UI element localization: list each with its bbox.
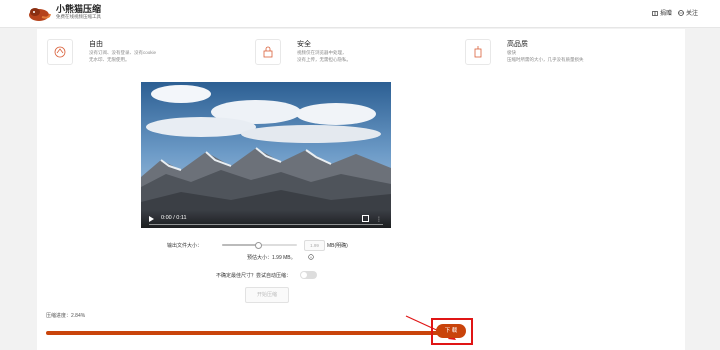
feature-desc: 没有订阅、没有登录、没有cookie: [89, 50, 157, 55]
top-nav: 捐赠 关注: [652, 8, 698, 17]
feature-desc: 无水印、无限使用。: [89, 57, 130, 62]
feature-security: 安全 视频仅在浏览器中处理， 没有上传，无需担心隐私。: [255, 39, 351, 65]
feature-title: 安全: [297, 41, 311, 48]
feature-freedom: 自由 没有订阅、没有登录、没有cookie 无水印、无限使用。: [47, 39, 156, 65]
estimated-size: 预估大小：1.99 MB。: [247, 255, 296, 261]
freedom-icon: [47, 39, 73, 65]
compress-progress-text: 压缩进度：2.84%: [46, 313, 86, 319]
nav-donate-label: 捐赠: [659, 11, 672, 17]
more-options-icon[interactable]: ⋮: [376, 217, 382, 223]
nav-follow-label: 关注: [685, 11, 698, 17]
size-input[interactable]: 1.99: [304, 240, 325, 251]
lock-icon: [255, 39, 281, 65]
toggle-knob: [301, 272, 307, 278]
size-slider-fill: [222, 244, 258, 246]
video-frame-mountains: [141, 82, 391, 228]
app-subtitle: 免费在线视频压缩工具: [56, 14, 101, 19]
start-compress-button[interactable]: 开始压缩: [245, 287, 289, 303]
main-card: 自由 没有订阅、没有登录、没有cookie 无水印、无限使用。 安全 视频仅在浏…: [37, 29, 685, 350]
play-icon[interactable]: [149, 216, 154, 222]
building-icon: [465, 39, 491, 65]
feature-quality: 高品质 极快 压缩时所需的大小，几乎没有质量损失: [465, 39, 584, 65]
feature-title: 高品质: [507, 41, 528, 48]
video-progress-bar[interactable]: [149, 224, 383, 225]
size-slider-thumb[interactable]: [255, 242, 262, 249]
download-button[interactable]: 下 载: [436, 324, 466, 338]
feature-desc: 视频仅在浏览器中处理，: [297, 50, 347, 55]
unit-label: MB(明确): [327, 243, 348, 249]
compress-progress-bar: [46, 331, 440, 335]
brand: 小熊猫压缩 免费在线视频压缩工具: [56, 4, 101, 20]
gift-icon: [652, 10, 658, 16]
nav-donate[interactable]: 捐赠: [652, 8, 672, 17]
red-panda-logo-icon[interactable]: [27, 5, 51, 22]
auto-compress-label: 不确定最佳尺寸？尝试自动压缩：: [216, 273, 292, 279]
video-time: 0:00 / 0:11: [161, 215, 187, 221]
nav-follow[interactable]: 关注: [678, 8, 698, 17]
feature-desc: 压缩时所需的大小，几乎没有质量损失: [507, 57, 584, 62]
top-bar: 小熊猫压缩 免费在线视频压缩工具 捐赠 关注: [0, 0, 720, 28]
info-icon[interactable]: [308, 254, 314, 260]
output-size-label: 输出文件大小：: [167, 243, 203, 249]
feature-desc: 极快: [507, 50, 516, 55]
video-player[interactable]: 0:00 / 0:11 ⋮: [141, 82, 391, 228]
fullscreen-icon[interactable]: [362, 215, 369, 222]
feature-desc: 没有上传，无需担心隐私。: [297, 57, 351, 62]
app-title: 小熊猫压缩: [56, 4, 102, 14]
globe-icon: [678, 9, 684, 16]
feature-title: 自由: [89, 41, 103, 48]
size-slider[interactable]: [222, 242, 297, 249]
auto-compress-toggle[interactable]: [300, 271, 317, 279]
